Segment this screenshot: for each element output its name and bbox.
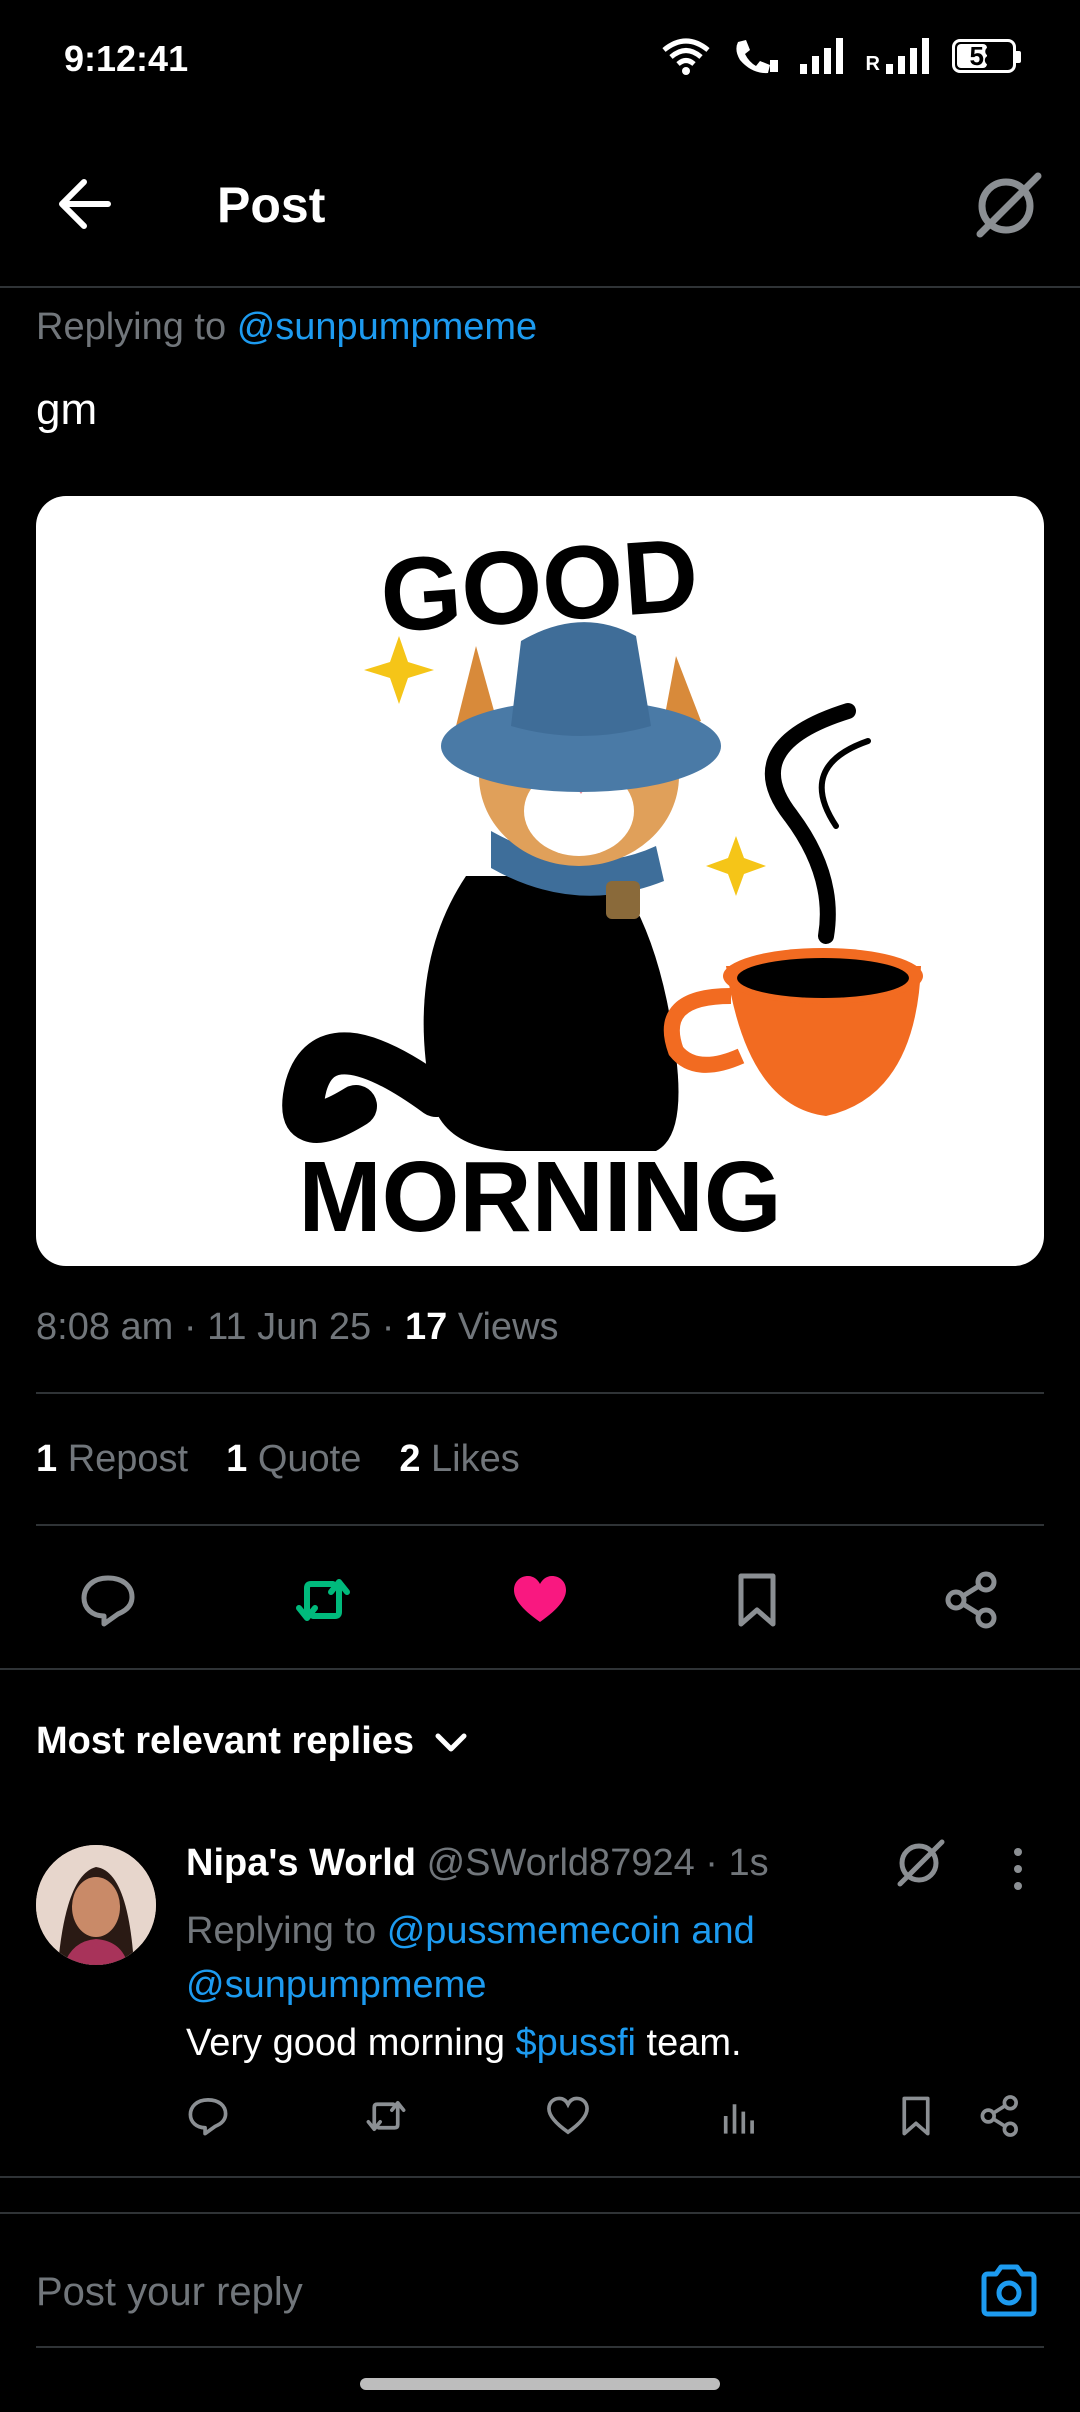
header-divider — [0, 286, 1080, 288]
battery-icon: 58 — [952, 39, 1021, 73]
reply-replying-prefix: Replying to — [186, 1910, 377, 1952]
grok-icon[interactable] — [894, 1836, 946, 1888]
replies-sort-dropdown[interactable]: Most relevant replies — [36, 1720, 468, 1763]
image-bottom-text: MORNING — [298, 1141, 781, 1253]
post-meta: 8:08 am · 11 Jun 25 · 17 Views — [36, 1306, 559, 1348]
likes-stat[interactable]: 2 Likes — [399, 1438, 519, 1481]
bookmark-icon[interactable] — [894, 2094, 938, 2138]
share-icon[interactable] — [978, 2094, 1022, 2138]
sparkle-icon — [706, 836, 766, 896]
reply-text: Very good morning $pussfi team. — [186, 2022, 742, 2065]
reposts-stat[interactable]: 1 Repost — [36, 1438, 188, 1481]
signal-icon-2 — [886, 38, 929, 74]
back-arrow-icon[interactable] — [56, 178, 112, 230]
reply-time: 1s — [728, 1842, 769, 1884]
reposts-count: 1 — [36, 1438, 58, 1480]
replying-handle-link[interactable]: @sunpumpmeme — [237, 306, 537, 348]
camera-icon[interactable] — [978, 2262, 1040, 2318]
reply-input[interactable]: Post your reply — [36, 2270, 303, 2315]
status-time: 9:12:41 — [64, 38, 189, 79]
reply-author-handle: @SWorld87924 — [426, 1842, 695, 1884]
wifi-calling-icon — [735, 40, 778, 74]
cashtag-link[interactable]: $pussfi — [516, 2022, 636, 2064]
avatar[interactable] — [36, 1845, 156, 1965]
signal-icon — [799, 38, 843, 74]
likes-label: Likes — [431, 1438, 520, 1480]
divider — [0, 1668, 1080, 1670]
divider — [0, 2176, 1080, 2178]
battery-level: 58 — [969, 41, 999, 71]
share-icon[interactable] — [942, 1570, 1002, 1630]
chevron-down-icon — [435, 1733, 467, 1751]
roaming-label: R — [865, 53, 880, 75]
like-icon[interactable] — [546, 2094, 590, 2138]
post-stats: 1 Repost 1 Quote 2 Likes — [36, 1438, 520, 1481]
composer-divider — [0, 2212, 1080, 2214]
post-date: 11 Jun 25 — [207, 1306, 372, 1348]
reply-author[interactable]: Nipa's World @SWorld87924 · 1s — [186, 1842, 769, 1885]
good-morning-cat-illustration: GOOD MORNING — [282, 517, 923, 1253]
post-time: 8:08 am — [36, 1306, 174, 1348]
views-count: 17 — [404, 1306, 448, 1348]
reply-icon[interactable] — [78, 1570, 138, 1630]
views-icon[interactable] — [718, 2094, 762, 2138]
roaming-signal: R — [866, 36, 934, 76]
page-title: Post — [217, 177, 326, 233]
reposts-label: Repost — [67, 1438, 189, 1480]
reply-text-before: Very good morning — [186, 2022, 505, 2064]
repost-icon[interactable] — [364, 2094, 408, 2138]
like-icon[interactable] — [510, 1570, 570, 1630]
grok-icon[interactable] — [972, 170, 1042, 240]
reply-icon[interactable] — [186, 2094, 230, 2138]
quotes-count: 1 — [226, 1438, 248, 1480]
reply-author-name: Nipa's World — [186, 1842, 417, 1884]
post-image[interactable]: GOOD MORNING — [36, 496, 1044, 1266]
reply-replying-to: Replying to @pussmemecoin and @sunpumpme… — [186, 1904, 886, 2012]
cat-body — [423, 876, 679, 1151]
divider — [36, 1392, 1044, 1394]
cat-tail — [282, 1032, 457, 1143]
divider — [36, 1524, 1044, 1526]
replying-prefix: Replying to — [36, 306, 227, 348]
quotes-stat[interactable]: 1 Quote — [226, 1438, 361, 1481]
post-replying-to: Replying to @sunpumpmeme — [36, 306, 537, 349]
repost-icon[interactable] — [293, 1570, 353, 1630]
more-options-icon[interactable] — [1006, 1846, 1030, 1892]
composer-underline — [36, 2346, 1044, 2348]
reply-text-after: team. — [646, 2022, 742, 2064]
post-text: gm — [36, 385, 98, 434]
views-label[interactable]: Views — [458, 1306, 559, 1348]
home-indicator[interactable] — [360, 2378, 720, 2390]
wifi-icon — [661, 38, 710, 75]
bookmark-icon[interactable] — [727, 1570, 787, 1630]
status-icons: R 58 — [660, 36, 1021, 76]
replies-sort-label: Most relevant replies — [36, 1720, 415, 1762]
cat-hat — [511, 622, 651, 736]
reply-action-bar — [186, 2094, 1036, 2154]
quotes-label: Quote — [257, 1438, 362, 1480]
post-action-bar — [0, 1540, 1080, 1660]
likes-count: 2 — [399, 1438, 421, 1480]
